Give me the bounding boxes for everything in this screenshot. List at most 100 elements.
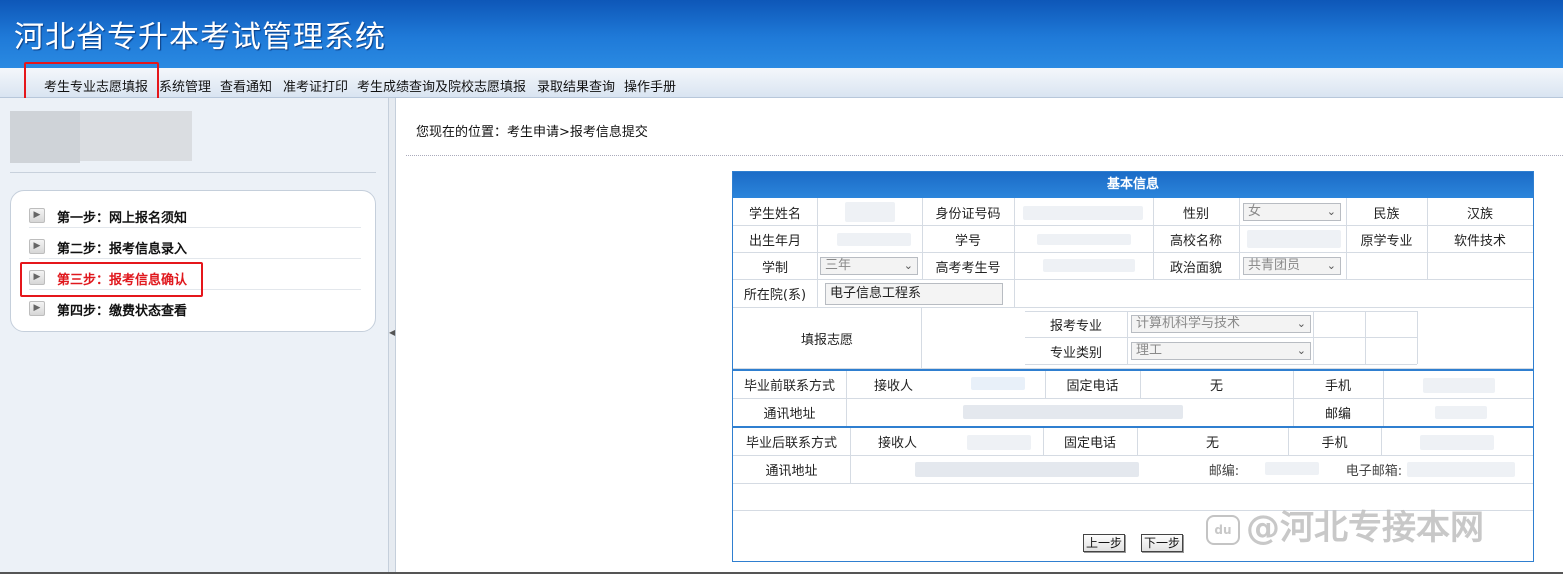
col-line <box>1365 311 1366 364</box>
chevron-down-icon: ⌄ <box>1326 259 1336 272</box>
col-line <box>1127 311 1128 364</box>
label-address: 通讯地址 <box>765 464 818 479</box>
step-label: 第四步：缴费状态查看 <box>57 304 188 319</box>
ethnic-value: 汉族 <box>1466 206 1493 222</box>
label-birth: 出生年月 <box>748 233 801 249</box>
label-zip: 邮编: <box>1208 464 1240 479</box>
col-line <box>1313 311 1314 364</box>
label-length: 学制 <box>761 260 788 276</box>
label-school: 高校名称 <box>1169 233 1222 249</box>
chevron-right-icon: ▶ <box>29 301 45 316</box>
gender-select[interactable]: 女 ⌄ <box>1243 203 1341 221</box>
label-name: 学生姓名 <box>748 206 801 222</box>
col-line <box>1383 371 1384 426</box>
step-label: 第二步：报考信息录入 <box>57 242 188 257</box>
step-2[interactable]: ▶ 第二步：报考信息录入 <box>29 235 361 259</box>
watermark-text: @河北专接本网 <box>1246 508 1484 548</box>
label-major-type: 专业类别 <box>1049 345 1102 361</box>
label-email: 电子邮箱: <box>1345 464 1403 479</box>
orig-major-value: 软件技术 <box>1453 233 1506 249</box>
length-value: 三年 <box>825 258 852 273</box>
length-select[interactable]: 三年 ⌄ <box>820 257 918 275</box>
apply-major-select[interactable]: 计算机科学与技术 ⌄ <box>1131 315 1311 333</box>
redacted-value <box>1407 462 1515 477</box>
form-header: 基本信息 <box>733 172 1533 198</box>
redacted-value <box>1247 230 1341 248</box>
political-select[interactable]: 共青团员 ⌄ <box>1243 257 1341 275</box>
du-logo-icon: du <box>1206 514 1240 545</box>
chevron-down-icon: ⌄ <box>1326 205 1336 218</box>
panel-splitter[interactable]: ◀ <box>388 98 396 574</box>
redacted-value <box>837 233 911 246</box>
col-line <box>1417 311 1418 364</box>
row-line <box>733 455 1533 456</box>
redacted-value <box>845 202 895 222</box>
phone-value: 无 <box>1209 379 1223 394</box>
label-orig-major: 原学专业 <box>1360 233 1413 249</box>
col-line <box>1239 198 1240 279</box>
major-type-select[interactable]: 理工 ⌄ <box>1131 342 1311 360</box>
label-receiver: 接收人 <box>877 436 917 451</box>
label-zip: 邮编 <box>1324 407 1351 422</box>
col-line <box>817 198 818 307</box>
apply-major-value: 计算机科学与技术 <box>1136 316 1241 331</box>
step-4[interactable]: ▶ 第四步：缴费状态查看 <box>29 297 361 321</box>
redacted-value <box>1435 406 1487 419</box>
menu-item-admission-ticket[interactable]: 准考证打印 <box>283 76 348 95</box>
label-gender: 性别 <box>1182 206 1209 222</box>
col-line <box>1381 428 1382 455</box>
watermark: du @河北专接本网 <box>1206 500 1484 549</box>
menu-item-system[interactable]: 系统管理 <box>159 76 211 95</box>
menu-item-scores[interactable]: 考生成绩查询及院校志愿填报 <box>357 76 526 95</box>
label-mobile: 手机 <box>1324 379 1351 394</box>
chevron-down-icon: ⌄ <box>1296 344 1306 357</box>
redacted-value <box>1420 435 1494 450</box>
gender-value: 女 <box>1248 204 1262 219</box>
chevron-right-icon: ▶ <box>29 239 45 254</box>
user-photo <box>10 111 80 163</box>
chevron-right-icon: ▶ <box>29 208 45 223</box>
row-line <box>733 252 1533 253</box>
breadcrumb: 您现在的位置：考生申请>报考信息提交 <box>416 125 648 140</box>
label-dept: 所在院(系) <box>743 288 807 303</box>
label-post-contact: 毕业后联系方式 <box>745 436 837 451</box>
label-apply-major: 报考专业 <box>1049 319 1102 334</box>
main-menu: 考生专业志愿填报 系统管理 查看通知 准考证打印 考生成绩查询及院校志愿填报 录… <box>0 68 1563 98</box>
menu-item-notices[interactable]: 查看通知 <box>220 76 272 95</box>
row-line <box>733 398 1533 399</box>
next-button[interactable]: 下一步 <box>1141 534 1183 552</box>
prev-button[interactable]: 上一步 <box>1083 534 1125 552</box>
step-label: 第一步：网上报名须知 <box>57 211 188 226</box>
user-info-blurred <box>80 111 192 161</box>
redacted-value <box>1037 234 1131 245</box>
row-line <box>733 483 1533 484</box>
left-panel: ▶ 第一步：网上报名须知 ▶ 第二步：报考信息录入 ▶ 第三步：报考信息确认 ▶… <box>0 98 388 574</box>
steps-panel: ▶ 第一步：网上报名须知 ▶ 第二步：报考信息录入 ▶ 第三步：报考信息确认 ▶… <box>10 190 376 332</box>
menu-item-manual[interactable]: 操作手册 <box>624 76 676 95</box>
redacted-value <box>1023 206 1143 220</box>
app-title: 河北省专升本考试管理系统 <box>14 20 386 55</box>
label-phone: 固定电话 <box>1066 379 1119 394</box>
label-pre-contact: 毕业前联系方式 <box>743 379 835 394</box>
label-student-no: 学号 <box>954 233 981 249</box>
label-receiver: 接收人 <box>873 379 913 394</box>
redacted-value <box>1043 259 1135 272</box>
highlight-box-step <box>20 262 203 297</box>
app-header: 河北省专升本考试管理系统 <box>0 0 1563 68</box>
menu-item-admission-result[interactable]: 录取结果查询 <box>537 76 615 95</box>
dept-input[interactable]: 电子信息工程系 <box>825 283 1003 305</box>
label-gaokao-no: 高考考生号 <box>935 260 1001 276</box>
divider <box>10 172 376 173</box>
redacted-value <box>967 435 1031 450</box>
label-ethnic: 民族 <box>1373 206 1400 222</box>
step-1[interactable]: ▶ 第一步：网上报名须知 <box>29 204 361 228</box>
label-mobile: 手机 <box>1321 436 1348 451</box>
chevron-down-icon: ⌄ <box>903 259 913 272</box>
redacted-value <box>971 377 1025 390</box>
label-political: 政治面貌 <box>1169 260 1222 276</box>
political-value: 共青团员 <box>1248 258 1301 273</box>
label-address: 通讯地址 <box>763 407 816 422</box>
label-id: 身份证号码 <box>935 206 1001 222</box>
collapse-arrow-icon[interactable]: ◀ <box>389 326 395 340</box>
col-line <box>1014 198 1015 307</box>
